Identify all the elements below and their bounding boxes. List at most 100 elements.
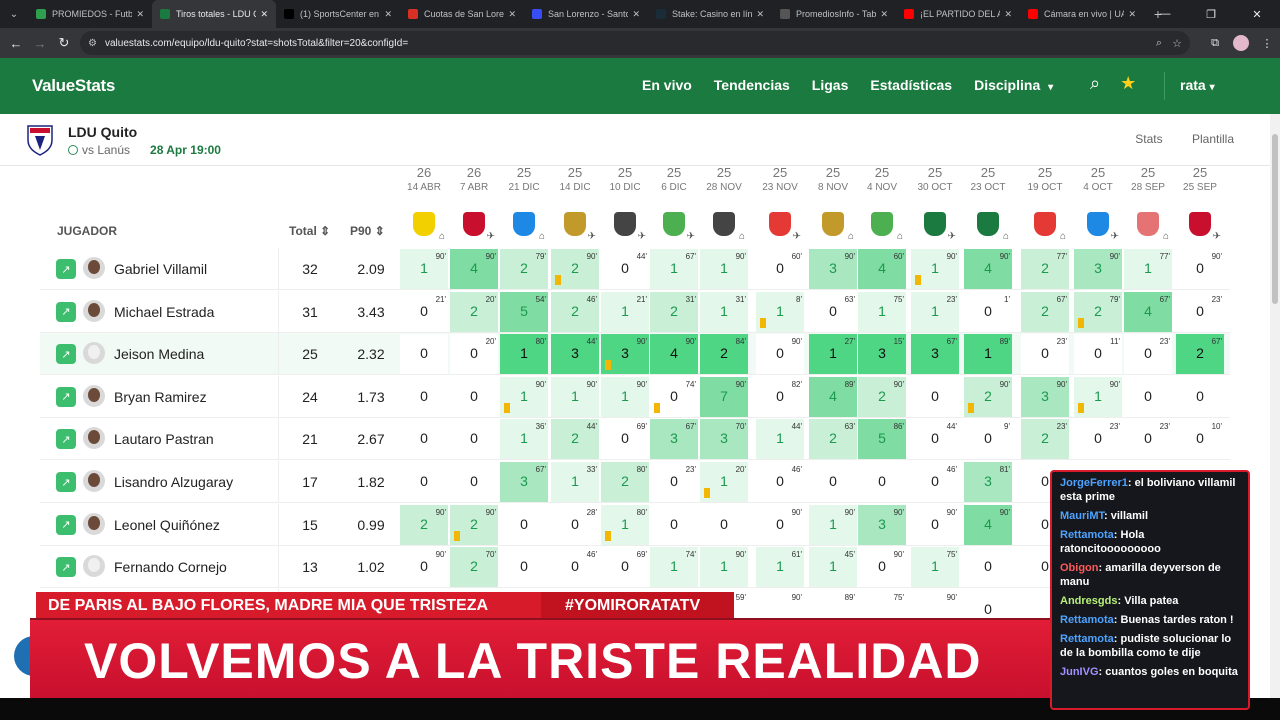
stat-cell[interactable]: 5 86' <box>858 419 906 460</box>
stat-cell[interactable]: 3 90' <box>601 334 649 375</box>
trend-chart-icon[interactable]: ↗ <box>56 429 76 450</box>
stat-cell[interactable]: 1 90' <box>911 249 959 289</box>
close-tab-icon[interactable]: ✕ <box>508 9 516 20</box>
stat-cell[interactable]: 0 <box>650 504 698 545</box>
stat-cell[interactable]: 1 90' <box>809 504 857 545</box>
nav-disciplina[interactable]: Disciplina ▾ <box>974 77 1053 93</box>
stat-cell[interactable]: 2 90' <box>858 376 906 417</box>
close-tab-icon[interactable]: ✕ <box>1004 9 1012 20</box>
stat-cell[interactable]: 1 20' <box>700 462 748 502</box>
nav-en-vivo[interactable]: En vivo <box>642 77 692 93</box>
tab-plantilla[interactable]: Plantilla <box>1192 132 1234 146</box>
stat-cell[interactable]: 2 90' <box>450 504 498 545</box>
browser-tab[interactable]: (1) SportsCenter en X ✕ <box>276 0 400 28</box>
player-name[interactable]: Bryan Ramirez <box>114 389 207 405</box>
chat-username[interactable]: Andresgds <box>1060 595 1117 607</box>
stat-cell[interactable]: 1 90' <box>551 376 599 417</box>
opponent-crest[interactable]: ✈ <box>1176 210 1224 242</box>
stat-cell[interactable]: 1 90' <box>601 376 649 417</box>
stat-cell[interactable]: 3 67' <box>911 334 959 375</box>
stat-cell[interactable]: 0 90' <box>1176 249 1224 289</box>
stat-cell[interactable]: 3 44' <box>551 334 599 375</box>
browser-tab[interactable]: ¡EL PARTIDO DEL AÑO✕ <box>896 0 1020 28</box>
favorites-star-icon[interactable]: ★ <box>1120 73 1136 94</box>
bookmark-star-icon[interactable]: ☆ <box>1172 37 1182 50</box>
browser-tab[interactable]: PromediosInfo - Tabla ✕ <box>772 0 896 28</box>
stat-cell[interactable]: 1 90' <box>1074 376 1122 417</box>
stat-cell[interactable]: 2 46' <box>551 291 599 332</box>
close-tab-icon[interactable]: ✕ <box>384 9 392 20</box>
opponent-crest[interactable]: ✈ <box>911 210 959 242</box>
opponent-crest[interactable]: ✈ <box>601 210 649 242</box>
address-bar[interactable]: ⚙ valuestats.com/equipo/ldu-quito?stat=s… <box>80 31 1190 55</box>
opponent-crest[interactable]: ⌂ <box>400 210 448 242</box>
forward-icon[interactable]: → <box>28 36 52 51</box>
chat-username[interactable]: JorgeFerrer1 <box>1060 477 1128 489</box>
stat-cell[interactable]: 0 44' <box>601 249 649 289</box>
stat-cell[interactable]: 0 82' <box>756 376 804 417</box>
trend-chart-icon[interactable]: ↗ <box>56 259 76 279</box>
stat-cell[interactable]: 0 <box>400 462 448 502</box>
close-tab-icon[interactable]: ✕ <box>1128 9 1136 20</box>
stat-cell[interactable]: 1 80' <box>601 504 649 545</box>
stat-cell[interactable]: 2 79' <box>1074 291 1122 332</box>
close-window-icon[interactable]: ✕ <box>1234 0 1280 28</box>
chat-username[interactable]: Rettamota <box>1060 529 1114 541</box>
opponent-crest[interactable]: ✈ <box>650 210 698 242</box>
stat-cell[interactable]: 0 <box>911 376 959 417</box>
stat-cell[interactable]: 4 67' <box>1124 291 1172 332</box>
site-info-icon[interactable]: ⚙ <box>88 38 97 49</box>
stat-cell[interactable]: 0 90' <box>911 504 959 545</box>
stat-cell[interactable]: 4 90' <box>964 249 1012 289</box>
stat-cell[interactable]: 2 31' <box>650 291 698 332</box>
stat-cell[interactable]: 0 <box>400 334 448 375</box>
header-p90[interactable]: P90 ⇕ <box>350 224 385 238</box>
trend-chart-icon[interactable]: ↗ <box>56 472 76 492</box>
stat-cell[interactable]: 0 <box>450 419 498 460</box>
table-row[interactable]: ↗ Jeison Medina 25 2.32 0 0 20' 1 80' 3 44' 3 90' 4 90… <box>40 333 1230 376</box>
stat-cell[interactable]: 1 75' <box>911 547 959 588</box>
stat-cell[interactable]: 1 90' <box>500 376 548 417</box>
stat-cell[interactable]: 3 90' <box>809 249 857 289</box>
tab-stats[interactable]: Stats <box>1135 132 1162 146</box>
stat-cell[interactable]: 2 84' <box>700 334 748 375</box>
stat-cell[interactable]: 0 10' <box>1176 419 1224 460</box>
stat-cell[interactable]: 0 46' <box>551 547 599 588</box>
opponent-crest[interactable]: ⌂ <box>500 210 548 242</box>
stat-cell[interactable]: 1 27' <box>809 334 857 375</box>
stat-cell[interactable]: 4 60' <box>858 249 906 289</box>
stat-cell[interactable]: 0 <box>400 376 448 417</box>
stat-cell[interactable]: 0 <box>809 462 857 502</box>
chat-username[interactable]: Obigon <box>1060 562 1099 574</box>
stat-cell[interactable]: 2 90' <box>551 249 599 289</box>
stat-cell[interactable]: 0 <box>1124 376 1172 417</box>
nav-estadisticas[interactable]: Estadísticas <box>870 77 952 93</box>
stat-cell[interactable]: 1 45' <box>809 547 857 588</box>
trend-chart-icon[interactable]: ↗ <box>56 344 76 365</box>
player-name[interactable]: Lisandro Alzugaray <box>114 474 233 490</box>
extensions-icon[interactable]: ⧉ <box>1202 37 1228 50</box>
opponent-crest[interactable]: ⌂ <box>1021 210 1069 242</box>
stat-cell[interactable]: 1 44' <box>756 419 804 460</box>
stat-cell[interactable]: 1 75' <box>858 291 906 332</box>
close-tab-icon[interactable]: ✕ <box>632 9 640 20</box>
close-tab-icon[interactable]: ✕ <box>880 9 888 20</box>
stat-cell[interactable]: 2 90' <box>964 376 1012 417</box>
chat-username[interactable]: Rettamota <box>1060 614 1114 626</box>
stat-cell[interactable]: 0 <box>450 376 498 417</box>
nav-tendencias[interactable]: Tendencias <box>714 77 790 93</box>
table-row[interactable]: ↗ Bryan Ramirez 24 1.73 0 0 1 90' 1 90' 1 90' 0 74' 7 9… <box>40 375 1230 418</box>
stat-cell[interactable]: 1 80' <box>500 334 548 375</box>
stat-cell[interactable]: 3 15' <box>858 334 906 375</box>
trend-chart-icon[interactable]: ↗ <box>56 301 76 322</box>
opponent-crest[interactable]: ⌂ <box>700 210 748 242</box>
stat-cell[interactable]: 1 77' <box>1124 249 1172 289</box>
opponent-crest[interactable]: ✈ <box>450 210 498 242</box>
stat-cell[interactable]: 2 90' <box>400 504 448 545</box>
stat-cell[interactable]: 0 60' <box>756 249 804 289</box>
trend-chart-icon[interactable]: ↗ <box>56 514 76 535</box>
opponent-crest[interactable]: ⌂ <box>858 210 906 242</box>
stat-cell[interactable]: 3 67' <box>500 462 548 502</box>
stat-cell[interactable]: 4 89' <box>809 376 857 417</box>
stat-cell[interactable]: 0 <box>450 462 498 502</box>
